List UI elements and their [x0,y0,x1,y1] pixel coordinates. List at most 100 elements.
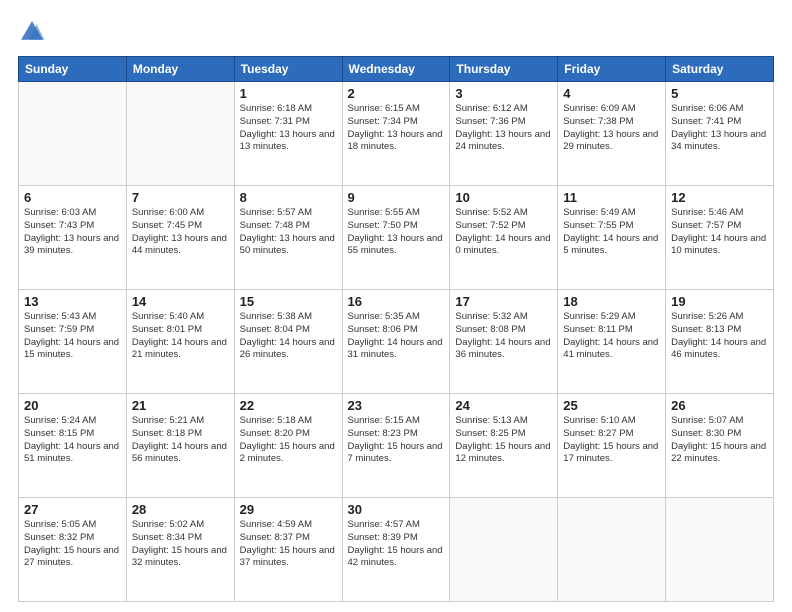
calendar-cell: 23 Sunrise: 5:15 AM Sunset: 8:23 PM Dayli… [342,394,450,498]
weekday-header-friday: Friday [558,57,666,82]
day-info: Sunrise: 6:15 AM Sunset: 7:34 PM Dayligh… [348,103,445,154]
day-number: 30 [348,502,445,517]
day-info: Sunrise: 5:55 AM Sunset: 7:50 PM Dayligh… [348,207,445,258]
weekday-header-thursday: Thursday [450,57,558,82]
day-info: Sunrise: 4:59 AM Sunset: 8:37 PM Dayligh… [240,519,337,570]
calendar-cell: 22 Sunrise: 5:18 AM Sunset: 8:20 PM Dayli… [234,394,342,498]
day-info: Sunrise: 5:13 AM Sunset: 8:25 PM Dayligh… [455,415,552,466]
calendar-cell: 28Sunrise: 5:02 AM Sunset: 8:34 PM Dayli… [126,498,234,602]
day-number: 23 [348,398,445,413]
day-number: 14 [132,294,229,309]
calendar-cell: 16 Sunrise: 5:35 AM Sunset: 8:06 PM Dayli… [342,290,450,394]
calendar-cell: 11 Sunrise: 5:49 AM Sunset: 7:55 PM Dayli… [558,186,666,290]
day-number: 10 [455,190,552,205]
calendar-cell: 5Sunrise: 6:06 AM Sunset: 7:41 PM Daylig… [666,82,774,186]
day-number: 19 [671,294,768,309]
calendar-cell: 2 Sunrise: 6:15 AM Sunset: 7:34 PM Daylig… [342,82,450,186]
calendar-cell: 9Sunrise: 5:55 AM Sunset: 7:50 PM Daylig… [342,186,450,290]
day-info: Sunrise: 5:07 AM Sunset: 8:30 PM Dayligh… [671,415,768,466]
calendar-cell: 6 Sunrise: 6:03 AM Sunset: 7:43 PM Daylig… [19,186,127,290]
calendar-cell: 17Sunrise: 5:32 AM Sunset: 8:08 PM Dayli… [450,290,558,394]
day-number: 12 [671,190,768,205]
logo [18,18,50,46]
day-info: Sunrise: 5:29 AM Sunset: 8:11 PM Dayligh… [563,311,660,362]
calendar-week-4: 20 Sunrise: 5:24 AM Sunset: 8:15 PM Dayli… [19,394,774,498]
header [18,18,774,46]
day-number: 7 [132,190,229,205]
day-number: 27 [24,502,121,517]
calendar-cell [126,82,234,186]
day-number: 1 [240,86,337,101]
day-info: Sunrise: 6:18 AM Sunset: 7:31 PM Dayligh… [240,103,337,154]
calendar-header-row: SundayMondayTuesdayWednesdayThursdayFrid… [19,57,774,82]
day-info: Sunrise: 6:06 AM Sunset: 7:41 PM Dayligh… [671,103,768,154]
weekday-header-monday: Monday [126,57,234,82]
weekday-header-saturday: Saturday [666,57,774,82]
calendar-cell: 1 Sunrise: 6:18 AM Sunset: 7:31 PM Daylig… [234,82,342,186]
calendar-cell: 20 Sunrise: 5:24 AM Sunset: 8:15 PM Dayli… [19,394,127,498]
day-number: 13 [24,294,121,309]
day-info: Sunrise: 5:24 AM Sunset: 8:15 PM Dayligh… [24,415,121,466]
calendar-cell: 21Sunrise: 5:21 AM Sunset: 8:18 PM Dayli… [126,394,234,498]
day-number: 16 [348,294,445,309]
calendar-table: SundayMondayTuesdayWednesdayThursdayFrid… [18,56,774,602]
day-number: 20 [24,398,121,413]
day-info: Sunrise: 5:21 AM Sunset: 8:18 PM Dayligh… [132,415,229,466]
calendar-cell: 8 Sunrise: 5:57 AM Sunset: 7:48 PM Daylig… [234,186,342,290]
day-number: 22 [240,398,337,413]
calendar-cell [666,498,774,602]
calendar-cell: 15 Sunrise: 5:38 AM Sunset: 8:04 PM Dayli… [234,290,342,394]
day-number: 6 [24,190,121,205]
day-number: 18 [563,294,660,309]
calendar-cell [450,498,558,602]
day-number: 8 [240,190,337,205]
calendar-cell: 4 Sunrise: 6:09 AM Sunset: 7:38 PM Daylig… [558,82,666,186]
day-info: Sunrise: 6:12 AM Sunset: 7:36 PM Dayligh… [455,103,552,154]
calendar-cell: 13Sunrise: 5:43 AM Sunset: 7:59 PM Dayli… [19,290,127,394]
calendar-cell: 7 Sunrise: 6:00 AM Sunset: 7:45 PM Daylig… [126,186,234,290]
day-info: Sunrise: 5:35 AM Sunset: 8:06 PM Dayligh… [348,311,445,362]
day-info: Sunrise: 5:05 AM Sunset: 8:32 PM Dayligh… [24,519,121,570]
calendar-week-5: 27 Sunrise: 5:05 AM Sunset: 8:32 PM Dayli… [19,498,774,602]
day-info: Sunrise: 5:38 AM Sunset: 8:04 PM Dayligh… [240,311,337,362]
calendar-week-3: 13Sunrise: 5:43 AM Sunset: 7:59 PM Dayli… [19,290,774,394]
day-info: Sunrise: 5:15 AM Sunset: 8:23 PM Dayligh… [348,415,445,466]
calendar-cell: 14 Sunrise: 5:40 AM Sunset: 8:01 PM Dayli… [126,290,234,394]
day-info: Sunrise: 5:26 AM Sunset: 8:13 PM Dayligh… [671,311,768,362]
day-info: Sunrise: 5:52 AM Sunset: 7:52 PM Dayligh… [455,207,552,258]
calendar-cell [19,82,127,186]
calendar-cell: 30Sunrise: 4:57 AM Sunset: 8:39 PM Dayli… [342,498,450,602]
calendar-cell: 26Sunrise: 5:07 AM Sunset: 8:30 PM Dayli… [666,394,774,498]
weekday-header-tuesday: Tuesday [234,57,342,82]
day-number: 25 [563,398,660,413]
calendar-cell: 24 Sunrise: 5:13 AM Sunset: 8:25 PM Dayli… [450,394,558,498]
day-info: Sunrise: 6:03 AM Sunset: 7:43 PM Dayligh… [24,207,121,258]
day-info: Sunrise: 6:09 AM Sunset: 7:38 PM Dayligh… [563,103,660,154]
calendar-cell: 12 Sunrise: 5:46 AM Sunset: 7:57 PM Dayli… [666,186,774,290]
weekday-header-sunday: Sunday [19,57,127,82]
calendar-cell: 18 Sunrise: 5:29 AM Sunset: 8:11 PM Dayli… [558,290,666,394]
day-number: 29 [240,502,337,517]
day-number: 4 [563,86,660,101]
day-number: 28 [132,502,229,517]
day-info: Sunrise: 5:49 AM Sunset: 7:55 PM Dayligh… [563,207,660,258]
calendar-week-1: 1 Sunrise: 6:18 AM Sunset: 7:31 PM Daylig… [19,82,774,186]
day-number: 11 [563,190,660,205]
day-info: Sunrise: 5:46 AM Sunset: 7:57 PM Dayligh… [671,207,768,258]
day-info: Sunrise: 5:57 AM Sunset: 7:48 PM Dayligh… [240,207,337,258]
day-info: Sunrise: 5:40 AM Sunset: 8:01 PM Dayligh… [132,311,229,362]
calendar-cell: 19 Sunrise: 5:26 AM Sunset: 8:13 PM Dayli… [666,290,774,394]
calendar-cell: 29 Sunrise: 4:59 AM Sunset: 8:37 PM Dayli… [234,498,342,602]
day-number: 17 [455,294,552,309]
day-number: 15 [240,294,337,309]
day-info: Sunrise: 5:10 AM Sunset: 8:27 PM Dayligh… [563,415,660,466]
day-number: 24 [455,398,552,413]
day-info: Sunrise: 5:18 AM Sunset: 8:20 PM Dayligh… [240,415,337,466]
calendar-cell: 27 Sunrise: 5:05 AM Sunset: 8:32 PM Dayli… [19,498,127,602]
logo-icon [18,18,46,46]
day-number: 2 [348,86,445,101]
day-info: Sunrise: 6:00 AM Sunset: 7:45 PM Dayligh… [132,207,229,258]
calendar-cell: 3Sunrise: 6:12 AM Sunset: 7:36 PM Daylig… [450,82,558,186]
calendar-week-2: 6 Sunrise: 6:03 AM Sunset: 7:43 PM Daylig… [19,186,774,290]
calendar-cell [558,498,666,602]
